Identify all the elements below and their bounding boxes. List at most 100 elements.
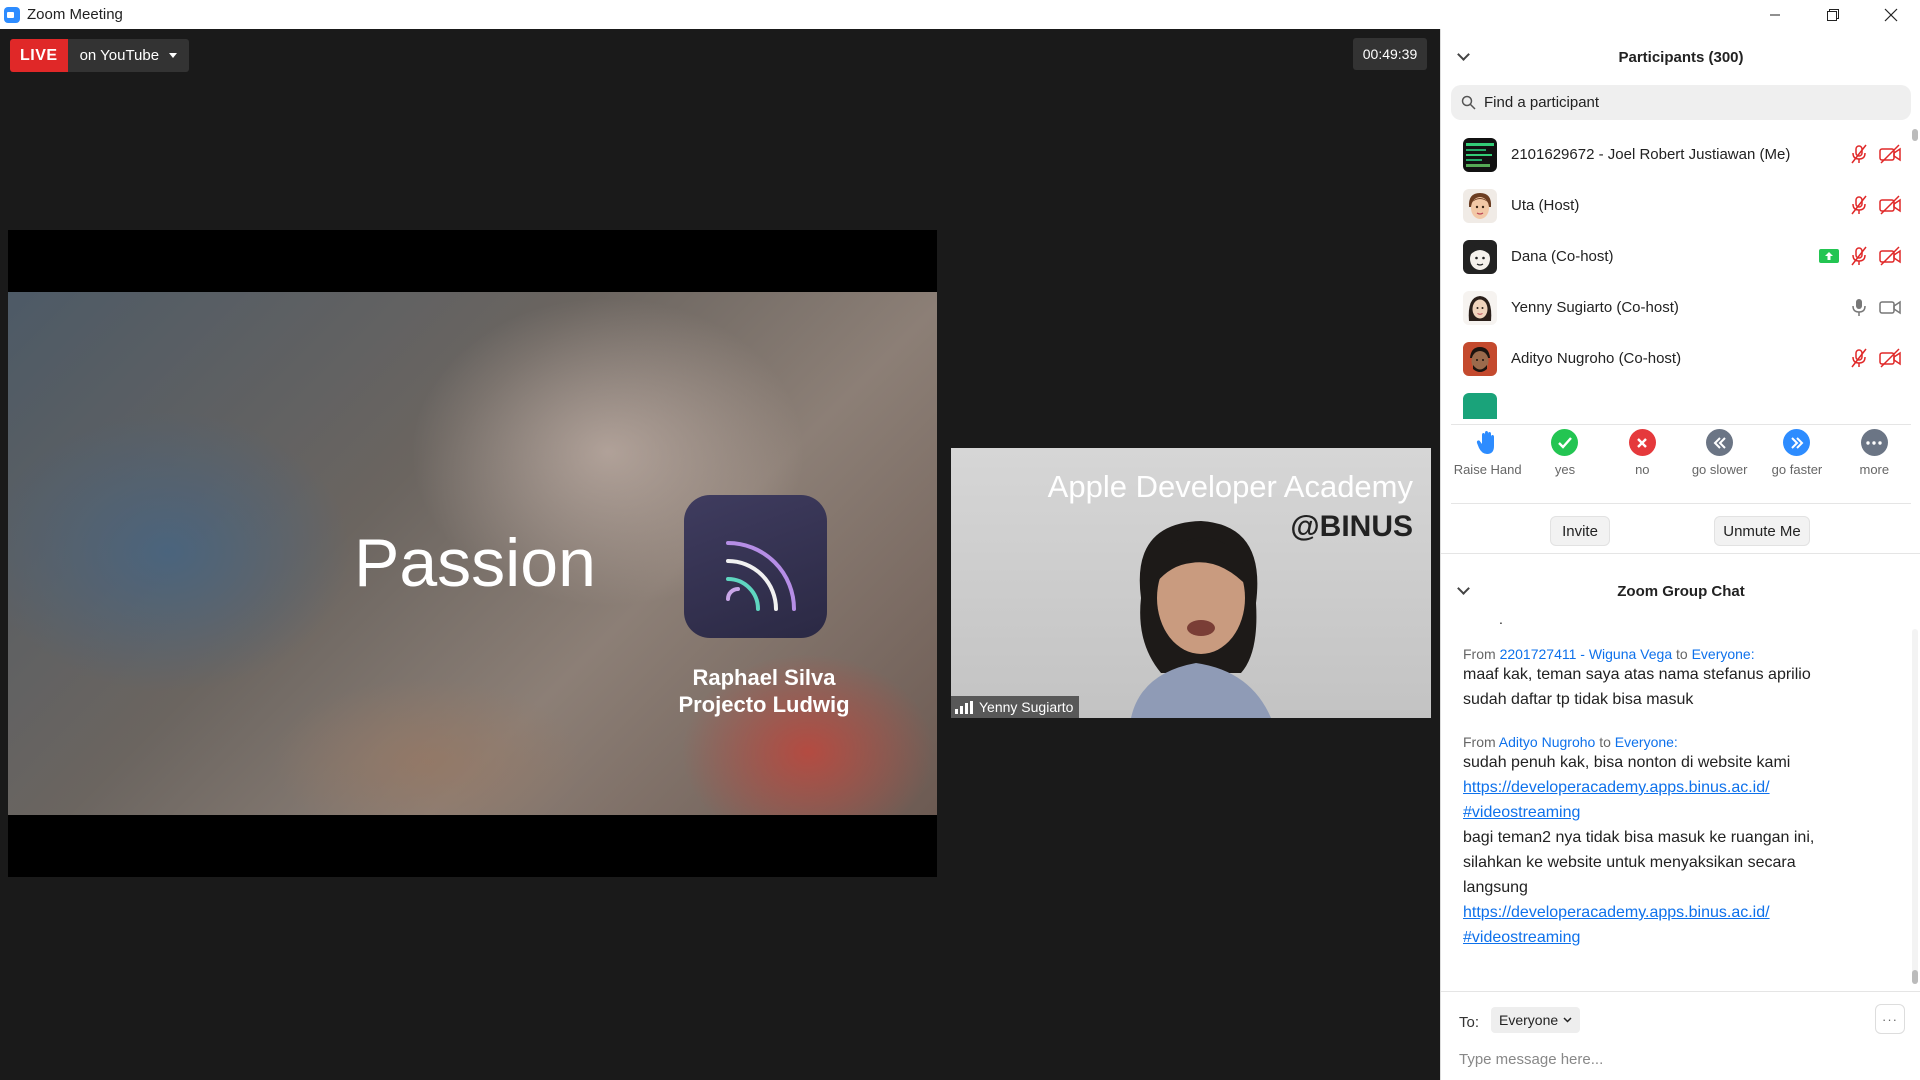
avatar	[1463, 290, 1497, 325]
scrollbar-thumb[interactable]	[1912, 970, 1918, 984]
meeting-view: LIVE on YouTube 00:49:39 Passion Raphael…	[0, 29, 1440, 1080]
yes-button[interactable]: yes	[1529, 429, 1601, 499]
recipient-select[interactable]: Everyone	[1491, 1007, 1581, 1033]
presenter-name: Raphael Silva	[692, 665, 836, 690]
minimize-icon	[1770, 14, 1780, 15]
message-link[interactable]: https://developeracademy.apps.binus.ac.i…	[1463, 900, 1911, 925]
reaction-label: Raise Hand	[1453, 462, 1522, 477]
participant-status	[1849, 144, 1901, 164]
message-text: bagi teman2 nya tidak bisa masuk ke ruan…	[1463, 829, 1815, 846]
participant-name: Yenny Sugiarto (Co-host)	[1511, 299, 1679, 316]
from-prefix: From	[1463, 734, 1496, 750]
chevron-down-icon[interactable]	[1457, 48, 1470, 61]
video-off-icon[interactable]	[1879, 144, 1901, 164]
shared-screen: Passion Raphael Silva Projecto Ludwig	[8, 230, 937, 877]
participants-scrollbar[interactable]	[1912, 129, 1918, 399]
raise-hand-icon	[1474, 429, 1501, 456]
slide-heading: Passion	[354, 525, 596, 601]
sender-name[interactable]: Adityo Nugroho	[1499, 734, 1596, 750]
video-off-icon[interactable]	[1879, 246, 1901, 266]
mic-muted-icon[interactable]	[1849, 195, 1869, 215]
chat-scrollbar[interactable]	[1912, 629, 1918, 984]
avatar	[1463, 341, 1497, 376]
reaction-label: no	[1635, 462, 1650, 477]
mic-muted-icon[interactable]	[1849, 144, 1869, 164]
participant-name: Uta (Host)	[1511, 197, 1580, 214]
message-link[interactable]: #videostreaming	[1463, 925, 1911, 950]
recipient-name: Everyone:	[1691, 646, 1755, 662]
chevron-down-icon[interactable]	[1457, 582, 1470, 595]
live-status[interactable]: LIVE on YouTube	[10, 39, 190, 72]
participant-status	[1849, 297, 1901, 317]
avatar	[1463, 239, 1497, 274]
message-text: sudah penuh kak, bisa nonton di website …	[1463, 754, 1791, 771]
reaction-label: yes	[1554, 462, 1576, 477]
chat-messages: . From 2201727411 - Wiguna Vega to Every…	[1441, 614, 1911, 974]
participant-row[interactable]	[1441, 384, 1911, 419]
message-text: langsung	[1463, 879, 1528, 896]
message-text: silahkan ke website untuk menyaksikan se…	[1463, 854, 1796, 871]
go-faster-button[interactable]: go faster	[1761, 429, 1833, 499]
go-slower-button[interactable]: go slower	[1684, 429, 1756, 499]
scrollbar-thumb[interactable]	[1912, 129, 1918, 141]
chat-message: From Adityo Nugroho to Everyone: sudah p…	[1463, 734, 1911, 950]
mic-muted-icon[interactable]	[1849, 348, 1869, 368]
screen-share-icon[interactable]	[1819, 248, 1839, 264]
search-input[interactable]	[1484, 94, 1884, 111]
message-link[interactable]: #videostreaming	[1463, 800, 1911, 825]
message-input[interactable]	[1459, 1046, 1899, 1072]
minimize-button[interactable]	[1746, 0, 1804, 29]
participant-search[interactable]	[1451, 85, 1911, 120]
check-icon	[1551, 429, 1579, 456]
presenter-project: Projecto Ludwig	[678, 692, 850, 717]
slide-background-photo: Passion Raphael Silva Projecto Ludwig	[8, 292, 937, 815]
message-meta: From Adityo Nugroho to Everyone:	[1463, 734, 1911, 750]
speaker-name: Yenny Sugiarto	[979, 699, 1074, 715]
video-icon[interactable]	[1879, 297, 1901, 317]
avatar	[1463, 188, 1497, 223]
chat-message: From 2201727411 - Wiguna Vega to Everyon…	[1463, 646, 1911, 712]
divider	[1451, 424, 1911, 425]
title-bar: Zoom Meeting	[0, 0, 1920, 29]
participant-status	[1819, 246, 1901, 266]
from-prefix: From	[1463, 646, 1496, 662]
ellipsis-icon	[1860, 429, 1888, 456]
slide-presenter: Raphael Silva Projecto Ludwig	[648, 664, 880, 718]
video-off-icon[interactable]	[1879, 348, 1901, 368]
participant-name: 2101629672 - Joel Robert Justiawan (Me)	[1511, 146, 1791, 163]
chat-more-button[interactable]: ···	[1875, 1004, 1905, 1034]
avatar	[1463, 392, 1497, 419]
message-link[interactable]: https://developeracademy.apps.binus.ac.i…	[1463, 775, 1911, 800]
participant-row[interactable]: 2101629672 - Joel Robert Justiawan (Me)	[1441, 129, 1911, 180]
reaction-label: more	[1859, 462, 1890, 477]
mic-icon[interactable]	[1849, 297, 1869, 317]
chevron-down-icon	[1563, 1017, 1572, 1023]
participant-row[interactable]: Yenny Sugiarto (Co-host)	[1441, 282, 1911, 333]
restore-button[interactable]	[1804, 0, 1862, 29]
no-button[interactable]: no	[1606, 429, 1678, 499]
restore-icon	[1827, 8, 1839, 21]
video-off-icon[interactable]	[1879, 195, 1901, 215]
mic-muted-icon[interactable]	[1849, 246, 1869, 266]
invite-button[interactable]: Invite	[1550, 516, 1610, 546]
window-controls	[1746, 0, 1920, 29]
speaker-video[interactable]: Apple Developer Academy @BINUS Yenny Sug…	[951, 448, 1431, 718]
live-destination-label: on YouTube	[79, 47, 160, 64]
unmute-me-button[interactable]: Unmute Me	[1714, 516, 1810, 546]
participant-row[interactable]: Adityo Nugroho (Co-host)	[1441, 333, 1911, 384]
participant-row[interactable]: Dana (Co-host)	[1441, 231, 1911, 282]
chat-header: Zoom Group Chat	[1441, 569, 1920, 613]
participants-title: Participants (300)	[1618, 48, 1744, 66]
raise-hand-button[interactable]: Raise Hand	[1452, 429, 1524, 499]
avatar	[1463, 137, 1497, 172]
participant-name: Adityo Nugroho (Co-host)	[1511, 350, 1682, 367]
participant-row[interactable]: Uta (Host)	[1441, 180, 1911, 231]
to-word: to	[1676, 646, 1688, 662]
close-button[interactable]	[1862, 0, 1920, 29]
participant-actions: Invite Unmute Me	[1441, 508, 1920, 558]
more-reactions-button[interactable]: more	[1838, 429, 1910, 499]
live-destination-dropdown[interactable]: on YouTube	[67, 39, 190, 72]
reaction-label: go faster	[1771, 462, 1823, 477]
speaker-figure	[1131, 521, 1271, 718]
sender-name[interactable]: 2201727411 - Wiguna Vega	[1500, 646, 1673, 662]
